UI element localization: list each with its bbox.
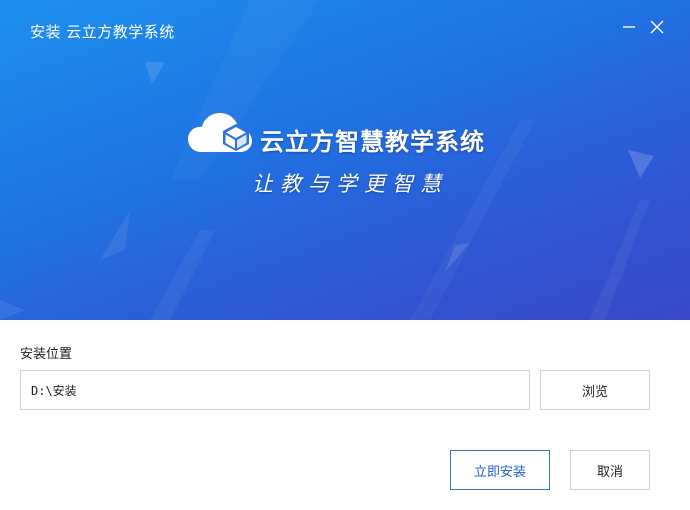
close-icon	[650, 20, 664, 34]
install-location-label: 安装位置	[20, 347, 73, 362]
minimize-icon	[623, 26, 635, 28]
decorative-shapes	[0, 62, 654, 320]
installer-window: 安装 云立方教学系统 云立方智慧教学系统 让教与学更智慧 安装位置 D:\安装 …	[0, 0, 690, 510]
install-path-input[interactable]	[20, 370, 530, 410]
banner: 安装 云立方教学系统 云立方智慧教学系统 让教与学更智慧	[0, 0, 690, 320]
slogan: 让教与学更智慧	[252, 172, 448, 196]
close-button[interactable]	[644, 14, 670, 40]
install-now-button[interactable]: 立即安装	[450, 450, 550, 490]
product-name: 云立方智慧教学系统	[260, 128, 485, 156]
window-title: 安装 云立方教学系统	[30, 23, 175, 41]
browse-button[interactable]: 浏览	[540, 370, 650, 410]
cloud-cube-logo-icon	[188, 113, 252, 152]
cancel-button[interactable]: 取消	[570, 450, 650, 490]
minimize-button[interactable]	[616, 14, 642, 40]
